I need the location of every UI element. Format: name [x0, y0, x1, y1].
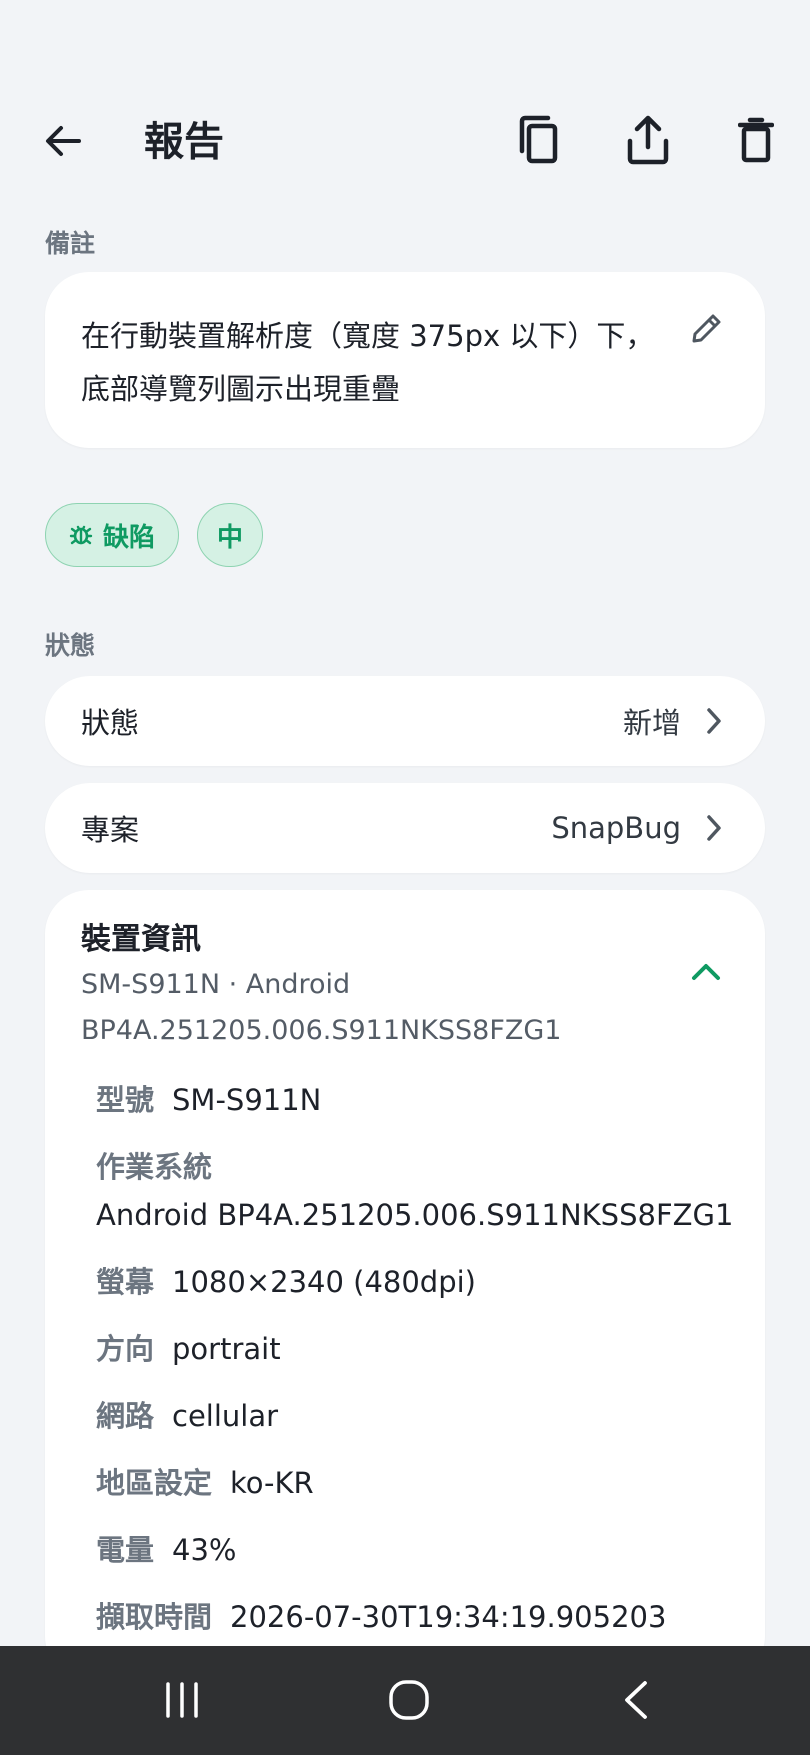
delete-icon [738, 117, 774, 163]
project-row-value: SnapBug [551, 811, 681, 845]
recent-apps-icon [166, 1682, 198, 1718]
back-chevron-icon [625, 1681, 647, 1719]
type-chip-label: 缺陷 [102, 522, 155, 553]
collapse-button[interactable] [683, 948, 729, 994]
pencil-icon [692, 314, 721, 343]
app-bar: 報告 [0, 100, 810, 180]
back-button[interactable] [36, 114, 90, 168]
detail-value: ko-KR [230, 1466, 314, 1500]
detail-row-screen: 螢幕 1080×2340 (480dpi) [96, 1262, 756, 1302]
detail-key: 網路 [96, 1399, 155, 1433]
recent-apps-button[interactable] [142, 1668, 222, 1732]
chevron-right-icon [699, 706, 729, 736]
device-summary-line1: SM-S911N · Android [81, 969, 351, 1000]
project-row[interactable]: 專案 SnapBug [45, 783, 765, 873]
detail-key: 作業系統 [96, 1150, 213, 1184]
detail-value: 2026-07-30T19:34:19.905203 [230, 1600, 667, 1634]
detail-value: 43% [172, 1533, 237, 1567]
note-text: 在行動裝置解析度（寬度 375px 以下）下，底部導覽列圖示出現重疊 [81, 319, 655, 406]
share-icon [627, 115, 669, 165]
device-info-card: 裝置資訊 SM-S911N · Android BP4A.251205.006.… [45, 890, 765, 1680]
note-card[interactable]: 在行動裝置解析度（寬度 375px 以下）下，底部導覽列圖示出現重疊 [45, 272, 765, 448]
severity-chip[interactable]: 中 [197, 503, 263, 567]
home-icon [389, 1680, 429, 1720]
detail-row-captured-at: 擷取時間 2026-07-30T19:34:19.905203 [96, 1597, 756, 1637]
system-nav-bar [0, 1646, 810, 1755]
detail-value: SM-S911N [172, 1083, 322, 1117]
tag-chips: 缺陷 中 [45, 503, 263, 567]
device-summary-line2: BP4A.251205.006.S911NKSS8FZG1 [81, 1015, 562, 1046]
status-row-value: 新增 [622, 706, 681, 740]
share-button[interactable] [616, 108, 680, 172]
detail-row-network: 網路 cellular [96, 1396, 756, 1436]
detail-key: 擷取時間 [96, 1600, 213, 1634]
detail-row-model: 型號 SM-S911N [96, 1080, 756, 1120]
type-chip[interactable]: 缺陷 [45, 503, 179, 567]
detail-row-os: 作業系統 Android BP4A.251205.006.S911NKSS8FZG… [96, 1147, 756, 1235]
status-row[interactable]: 狀態 新增 [45, 676, 765, 766]
detail-key: 螢幕 [96, 1265, 155, 1299]
status-row-label: 狀態 [81, 706, 140, 740]
detail-key: 地區設定 [96, 1466, 213, 1500]
detail-value: cellular [172, 1399, 279, 1433]
detail-key: 型號 [96, 1083, 155, 1117]
detail-key: 方向 [96, 1332, 155, 1366]
device-details: 型號 SM-S911N 作業系統 Android BP4A.251205.006.S… [96, 1080, 756, 1664]
page-title: 報告 [144, 119, 224, 165]
copy-icon [519, 115, 558, 164]
bug-icon [69, 525, 93, 545]
device-info-title: 裝置資訊 [81, 922, 201, 957]
system-back-button[interactable] [596, 1668, 676, 1732]
report-screen: 報告 備註 在行動裝置解析度（寬度 375px 以下）下，底部導覽列圖示出現重疊 [0, 0, 810, 1755]
chevron-up-icon [692, 964, 720, 980]
detail-row-battery: 電量 43% [96, 1530, 756, 1570]
copy-button[interactable] [506, 108, 570, 172]
note-section-label: 備註 [45, 229, 96, 258]
severity-chip-label: 中 [216, 522, 243, 553]
detail-key: 電量 [96, 1533, 155, 1567]
status-section-label: 狀態 [45, 631, 96, 660]
detail-row-orientation: 方向 portrait [96, 1329, 756, 1369]
home-button[interactable] [369, 1668, 449, 1732]
chevron-right-icon [699, 813, 729, 843]
detail-value: portrait [172, 1332, 281, 1366]
edit-note-button[interactable] [687, 308, 727, 348]
project-row-label: 專案 [81, 813, 140, 847]
arrow-left-icon [46, 126, 81, 156]
detail-row-locale: 地區設定 ko-KR [96, 1463, 756, 1503]
detail-value: Android BP4A.251205.006.S911NKSS8FZG1 [96, 1198, 734, 1232]
detail-value: 1080×2340 (480dpi) [172, 1265, 476, 1299]
delete-button[interactable] [724, 108, 788, 172]
